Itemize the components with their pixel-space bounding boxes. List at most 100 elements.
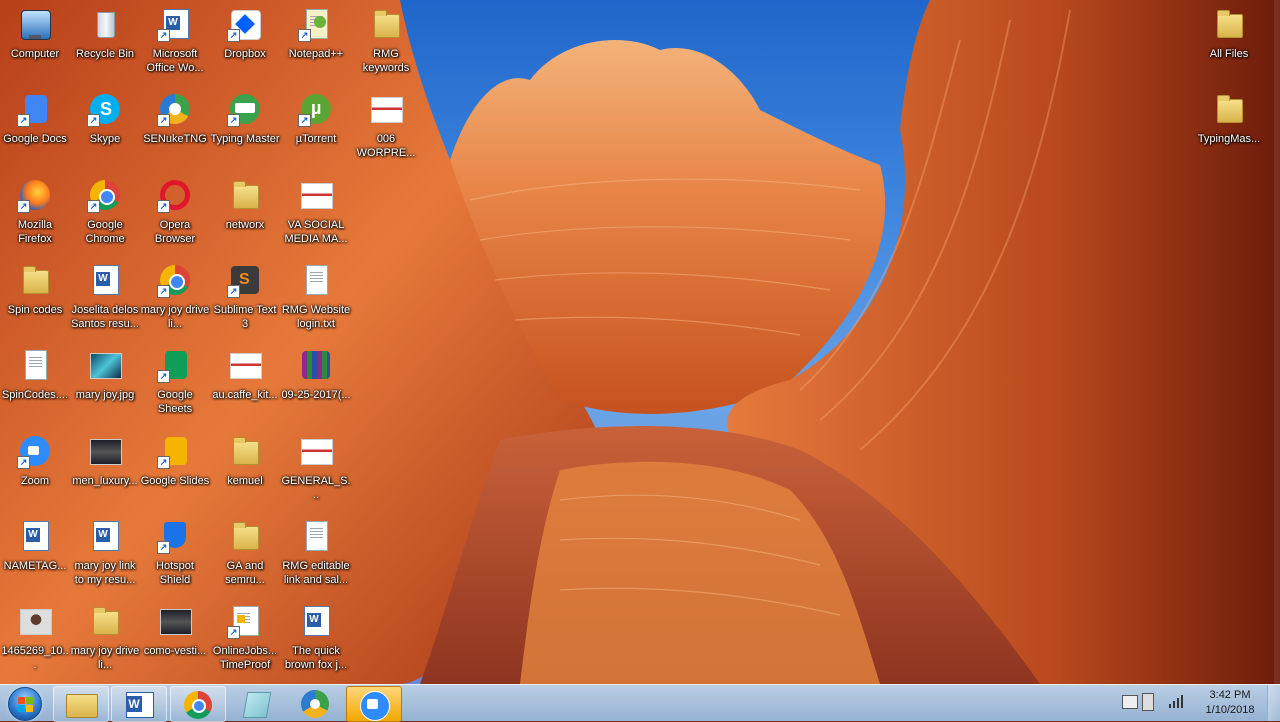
folder-icon [229,179,261,211]
taskbar-button-explorer[interactable] [53,686,109,722]
desktop-icon-label: Spin codes [7,304,63,316]
file-explorer-icon [54,687,108,721]
system-clock[interactable]: 3:42 PM 1/10/2018 [1200,688,1260,718]
desktop-icon-label: The quick brown fox j... [284,645,348,671]
image-file-icon [229,349,262,381]
desktop-icon-label: SENukeTNG [143,133,207,145]
desktop-icon-label: µTorrent [295,133,337,145]
desktop-icon[interactable]: S ↗ Sublime Text 3 [210,260,280,340]
usb-device-icon[interactable] [1142,693,1154,711]
word-document-icon: W [89,520,121,552]
desktop-icon[interactable]: RMG Website login.txt [281,260,351,340]
desktop-icon-label: 09-25-2017(... [281,389,351,401]
desktop-icon[interactable]: ↗ Google Sheets [140,345,210,425]
desktop-icon[interactable]: S ↗ Skype [70,89,140,169]
onlinejobs-icon: ↗ [227,605,261,639]
action-center-icon[interactable] [1122,695,1138,709]
photo-icon [159,605,192,637]
desktop-icon-label: RMG editable link and sal... [282,560,350,586]
folder-icon [1213,8,1245,40]
image-file-icon [370,93,403,125]
network-icon[interactable] [1168,693,1184,709]
desktop-icon[interactable]: men_luxury... [70,431,140,511]
desktop-icon[interactable]: W NAMETAG... [0,516,70,596]
desktop-icon[interactable]: GENERAL_S... [281,431,351,511]
desktop-icon[interactable]: como-vesti... [140,601,210,681]
desktop-icon[interactable]: ↗ Zoom [0,431,70,511]
desktop-icon-label: Microsoft Office Wo... [146,48,204,74]
desktop-icon[interactable]: ↗ Google Chrome [70,175,140,255]
taskbar-button-notepad[interactable] [229,686,283,720]
recycle-bin-icon [89,8,121,40]
desktop-icon[interactable]: au.caffe_kit... [210,345,280,425]
desktop-icon[interactable]: ↗ Dropbox [210,4,280,84]
desktop-icon[interactable]: ↗ Hotspot Shield [140,516,210,596]
desktop-icon-label: networx [225,219,265,231]
desktop-icon[interactable]: 1465269_10... [0,601,70,681]
desktop-icon[interactable]: Spin codes [0,260,70,340]
taskbar-button-word[interactable]: W [111,686,167,722]
taskbar-button-zoom[interactable] [346,686,402,722]
desktop-icon[interactable]: VA SOCIAL MEDIA MA... [281,175,351,255]
folder-icon [89,605,121,637]
start-button[interactable] [4,687,44,721]
desktop-icon[interactable]: ↗ OnlineJobs... TimeProof [210,601,280,681]
desktop-icon-label: Zoom [20,475,50,487]
word-document-icon: W [89,264,121,296]
desktop-icon[interactable]: mary joy.jpg [70,345,140,425]
edge-strip [1274,0,1280,684]
desktop-icon[interactable]: TypingMas... [1194,89,1264,169]
chrome-icon: ↗ [157,264,191,298]
desktop-icon[interactable]: ↗ Notepad++ [281,4,351,84]
show-desktop-button[interactable] [1267,685,1280,721]
desktop-icon[interactable]: W Joselita delos Santos resu... [70,260,140,340]
desktop-icon-label: 1465269_10... [1,645,69,671]
desktop-icon[interactable]: SpinCodes.... [0,345,70,425]
desktop-icon[interactable]: GA and semru... [210,516,280,596]
folder-icon [229,520,261,552]
desktop-icon-label: Mozilla Firefox [17,219,53,245]
desktop-icon-label: Recycle Bin [75,48,135,60]
desktop-icon-label: au.caffe_kit... [212,389,278,401]
desktop-icon[interactable]: RMG editable link and sal... [281,516,351,596]
taskbar-button-senuke[interactable] [288,686,342,720]
desktop-icon[interactable]: ↗ Typing Master [210,89,280,169]
chrome-icon: ↗ [87,179,121,213]
desktop-icon[interactable]: ↗ SENukeTNG [140,89,210,169]
taskbar-button-chrome[interactable] [170,686,226,722]
desktop-icon[interactable]: ↗ mary joy drive li... [140,260,210,340]
desktop-icon[interactable]: Computer [0,4,70,84]
desktop-icon[interactable]: kemuel [210,431,280,511]
word-icon: W ↗ [157,8,191,42]
desktop-icon[interactable]: RMG keywords [351,4,421,84]
clock-date: 1/10/2018 [1205,704,1255,716]
google-slides-icon: ↗ [157,435,191,469]
desktop-icon-label: VA SOCIAL MEDIA MA... [284,219,348,245]
desktop-icon-label: Notepad++ [288,48,344,60]
desktop-icon[interactable]: 09-25-2017(... [281,345,351,425]
desktop-icon[interactable]: 006 WORPRE... [351,89,421,169]
desktop-icon-label: mary joy.jpg [75,389,135,401]
desktop-icon-label: Skype [89,133,121,145]
desktop-icon[interactable]: W The quick brown fox j... [281,601,351,681]
photo-icon [89,435,122,467]
desktop-icon[interactable]: Recycle Bin [70,4,140,84]
desktop-icon[interactable]: W ↗ Microsoft Office Wo... [140,4,210,84]
desktop-icon[interactable]: ↗ Google Docs [0,89,70,169]
desktop-icon[interactable]: Wmary joy link to my resu... [70,516,140,596]
desktop-icon[interactable]: mary joy drive li... [70,601,140,681]
clock-time: 3:42 PM [1209,689,1251,701]
taskbar: W 3:42 PM 1/10/2018 [0,684,1280,722]
desktop-icon[interactable]: ↗ Opera Browser [140,175,210,255]
desktop-icon[interactable]: ↗ Mozilla Firefox [0,175,70,255]
archive-icon [300,349,332,381]
desktop-icon[interactable]: networx [210,175,280,255]
desktop-icon-label: mary joy drive li... [70,645,140,671]
desktop-icon[interactable]: ↗ Google Slides [140,431,210,511]
text-file-icon [300,264,332,296]
notepadpp-icon: ↗ [298,8,332,42]
desktop-icon-label: GENERAL_S... [281,475,351,501]
desktop-icon[interactable]: µ ↗ µTorrent [281,89,351,169]
desktop-icon-label: Dropbox [224,48,266,60]
desktop-icon[interactable]: All Files [1194,4,1264,84]
